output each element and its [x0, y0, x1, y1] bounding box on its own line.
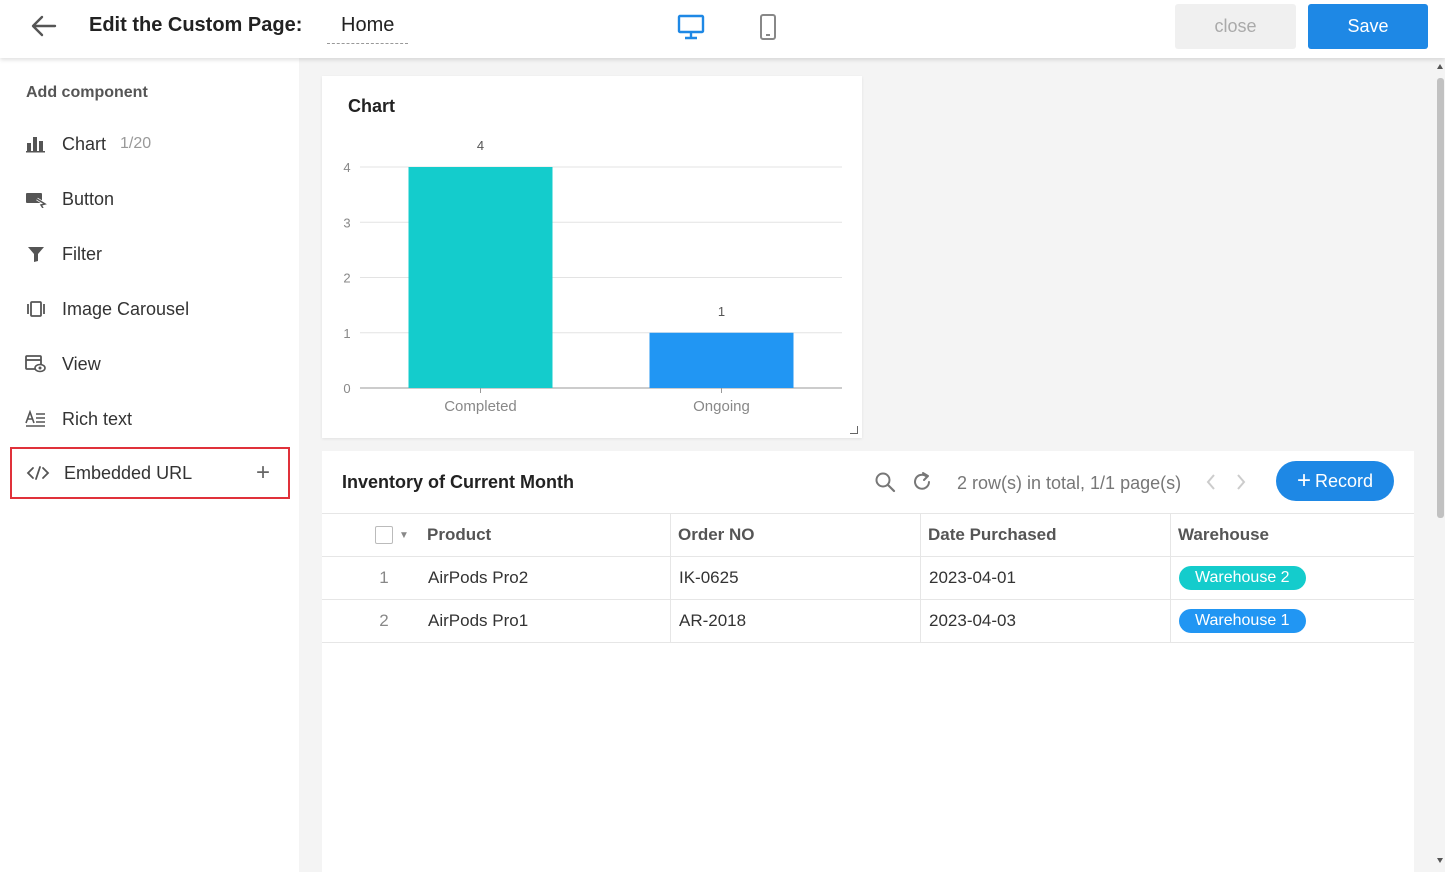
y-tick-label: 2 — [343, 271, 350, 286]
cell-order-no: IK-0625 — [670, 557, 920, 599]
chart-component-card[interactable]: Chart 0 1 2 3 4 4 Completed 1 Ongoing — [322, 76, 862, 438]
top-header: Edit the Custom Page: Home close Save — [0, 0, 1445, 58]
column-header-date-purchased[interactable]: Date Purchased — [920, 514, 1170, 556]
inventory-table: ▼ Product Order NO Date Purchased Wareho… — [322, 513, 1414, 643]
x-tick-label: Ongoing — [693, 398, 750, 415]
warehouse-tag: Warehouse 2 — [1179, 566, 1306, 590]
add-embedded-url-plus-icon[interactable]: + — [256, 461, 270, 485]
close-button[interactable]: close — [1175, 4, 1296, 49]
chevron-down-icon[interactable]: ▼ — [399, 530, 409, 541]
record-button-label: Record — [1314, 470, 1374, 491]
y-tick-label: 4 — [343, 160, 350, 175]
warehouse-tag: Warehouse 1 — [1179, 609, 1306, 633]
table-row[interactable]: 1 AirPods Pro2 IK-0625 2023-04-01 Wareho… — [322, 557, 1414, 600]
next-page-button[interactable] — [1229, 469, 1253, 495]
cell-order-no: AR-2018 — [670, 600, 920, 642]
mobile-phone-icon — [760, 14, 776, 40]
refresh-button[interactable] — [909, 469, 935, 495]
cell-warehouse: Warehouse 1 — [1170, 600, 1414, 642]
prev-page-button[interactable] — [1199, 469, 1223, 495]
sidebar-item-view[interactable]: View — [10, 338, 290, 390]
code-icon — [26, 461, 50, 485]
sidebar-item-embedded-url[interactable]: Embedded URL + — [10, 447, 290, 499]
y-tick-label: 3 — [343, 215, 350, 230]
x-tick-label: Completed — [444, 398, 517, 415]
mobile-view-button[interactable] — [751, 12, 785, 42]
back-button[interactable] — [28, 12, 60, 40]
refresh-icon — [914, 472, 930, 490]
save-button[interactable]: Save — [1308, 4, 1428, 49]
page-name-field[interactable]: Home — [327, 14, 409, 44]
row-number: 2 — [379, 611, 389, 630]
select-all-checkbox[interactable] — [375, 526, 393, 544]
bar-chart-icon — [24, 132, 48, 156]
bar-chart: 0 1 2 3 4 4 Completed 1 Ongoing — [343, 138, 842, 415]
plus-icon: + — [1296, 467, 1311, 494]
chart-count-badge: 1/20 — [120, 135, 152, 152]
sidebar-item-image-carousel[interactable]: Image Carousel — [10, 283, 290, 335]
add-record-button[interactable]: + Record — [1276, 461, 1394, 501]
select-all-header[interactable]: ▼ — [375, 514, 419, 556]
chevron-right-icon — [1237, 474, 1246, 490]
bar — [408, 167, 553, 388]
main-scrollbar[interactable] — [1436, 58, 1445, 872]
sidebar-item-label: Filter — [62, 243, 102, 264]
funnel-icon — [24, 242, 48, 266]
scroll-thumb[interactable] — [1437, 78, 1444, 518]
search-icon — [875, 472, 896, 493]
y-tick-label: 1 — [343, 326, 350, 341]
column-header-warehouse[interactable]: Warehouse — [1170, 514, 1414, 556]
table-header-row: ▼ Product Order NO Date Purchased Wareho… — [322, 513, 1414, 557]
rich-text-icon — [24, 407, 48, 431]
sidebar-item-button[interactable]: Button — [10, 173, 290, 225]
table-row[interactable]: 2 AirPods Pro1 AR-2018 2023-04-03 Wareho… — [322, 600, 1414, 643]
column-header-order-no[interactable]: Order NO — [670, 514, 920, 556]
cell-date-purchased: 2023-04-03 — [920, 600, 1170, 642]
table-title: Inventory of Current Month — [342, 472, 574, 492]
inventory-table-card: Inventory of Current Month 2 row(s) in t… — [322, 451, 1414, 872]
rows-info-text: 2 row(s) in total, 1/1 page(s) — [957, 473, 1182, 493]
scroll-up-arrow-icon[interactable] — [1437, 64, 1443, 69]
data-label: 4 — [477, 138, 484, 153]
carousel-icon — [24, 297, 48, 321]
scroll-down-arrow-icon[interactable] — [1437, 858, 1443, 863]
view-icon — [24, 352, 48, 376]
sidebar-item-label: Image Carousel — [62, 298, 190, 319]
desktop-monitor-icon — [677, 14, 705, 40]
data-label: 1 — [718, 304, 725, 319]
y-tick-label: 0 — [343, 381, 350, 396]
desktop-view-button[interactable] — [674, 12, 708, 42]
cell-warehouse: Warehouse 2 — [1170, 557, 1414, 599]
sidebar-item-label: Chart — [62, 133, 107, 154]
sidebar-item-label: Button — [62, 188, 115, 209]
chevron-left-icon — [1206, 474, 1215, 490]
button-cursor-icon — [24, 187, 48, 211]
component-sidebar: Add component Chart 1/20 Button Filter I… — [0, 58, 299, 872]
search-button[interactable] — [872, 469, 898, 495]
row-number: 1 — [379, 568, 389, 587]
column-header-product[interactable]: Product — [427, 514, 670, 556]
cell-date-purchased: 2023-04-01 — [920, 557, 1170, 599]
cell-product: AirPods Pro1 — [428, 611, 529, 630]
sidebar-item-label: Embedded URL — [64, 462, 193, 483]
bar — [649, 332, 794, 388]
arrow-left-icon — [31, 15, 57, 37]
sidebar-item-label: Rich text — [62, 408, 133, 429]
sidebar-item-rich-text[interactable]: Rich text — [10, 393, 290, 445]
page-title-label: Edit the Custom Page: — [89, 14, 303, 36]
sidebar-title: Add component — [26, 84, 148, 101]
resize-handle-icon[interactable] — [850, 426, 858, 434]
sidebar-item-label: View — [62, 353, 101, 374]
sidebar-item-filter[interactable]: Filter — [10, 228, 290, 280]
sidebar-item-chart[interactable]: Chart 1/20 — [10, 118, 290, 170]
cell-product: AirPods Pro2 — [428, 568, 529, 587]
